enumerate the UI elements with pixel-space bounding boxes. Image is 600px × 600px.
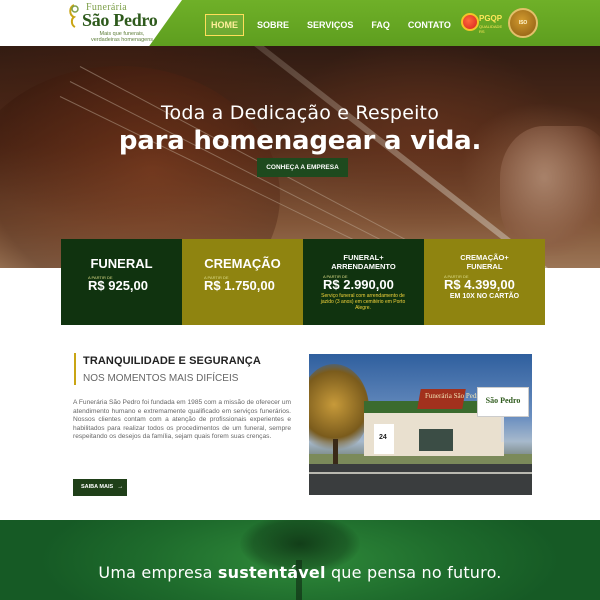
pgqp-badge: PGQP QUALIDADE RS [461,11,505,35]
price-title: FUNERAL [90,256,153,271]
price-installments: EM 10X NO CARTÃO [449,293,520,300]
hero-title-line2: para homenagear a vida. [118,126,482,156]
price-title: CREMAÇÃO+ FUNERAL [460,253,509,271]
price-value: R$ 1.750,00 [204,278,275,293]
price-value: R$ 2.990,00 [323,277,394,292]
quality-seal-icon: ISO [508,8,538,38]
building-photo: Funerária São Pedro 24 São Pedro [309,354,532,495]
main-nav: HOME SOBRE SERVIÇOS FAQ CONTATO [205,14,464,36]
nav-faq[interactable]: FAQ [366,15,395,35]
photo-tree [309,364,369,454]
price-value: R$ 4.399,00 [444,277,515,292]
about-heading: TRANQUILIDADE E SEGURANÇA [83,355,261,367]
hero-title-line1: Toda a Dedicação e Respeito [160,102,440,124]
price-card-funeral[interactable]: FUNERAL A PARTIR DE R$ 925,00 [61,239,182,325]
learn-more-label: SAIBA MAIS [81,484,114,490]
header: Funerária São Pedro Mais que funerais, v… [0,0,600,46]
seal-label: ISO [518,20,528,26]
logo-main-text: São Pedro [82,10,158,30]
about-paragraph: A Funerária São Pedro foi fundada em 198… [73,399,291,441]
sustainability-text: Uma empresa sustentável que pensa no fut… [0,563,600,582]
sustainability-banner: Uma empresa sustentável que pensa no fut… [0,520,600,600]
logo-tagline-2: verdadeiras homenagens [90,37,154,43]
photo-number: 24 [379,434,387,441]
nav-sobre[interactable]: SOBRE [252,15,294,35]
about-company-button[interactable]: CONHEÇA A EMPRESA [257,158,348,177]
sao-pedro-key-icon [69,4,79,28]
nav-contato[interactable]: CONTATO [403,15,456,35]
banner-text-after: que pensa no futuro. [325,563,502,582]
learn-more-button[interactable]: SAIBA MAIS → [73,479,127,496]
photo-road [309,464,532,495]
arrow-right-icon: → [117,484,124,490]
price-title: FUNERAL+ ARRENDAMENTO [331,253,396,271]
photo-window [419,429,453,451]
about-subheading: NOS MOMENTOS MAIS DIFÍCEIS [83,373,239,384]
photo-billboard-pole [501,417,504,442]
pgqp-logo-icon [461,13,479,31]
hero-banner: Toda a Dedicação e Respeito para homenag… [0,46,600,268]
photo-billboard: São Pedro [477,387,529,417]
photo-sign-text: Funerária São Pedro [425,392,483,400]
pgqp-label: PGQP [479,14,503,23]
pgqp-sublabel: QUALIDADE RS [479,24,503,34]
price-note: Serviço funeral com arrendamento de jazi… [320,293,406,311]
logo-tagline: Mais que funerais, verdadeiras homenagen… [90,31,154,43]
page: Funerária São Pedro Mais que funerais, v… [0,0,600,600]
price-card-cremacao[interactable]: CREMAÇÃO A PARTIR DE R$ 1.750,00 [182,239,303,325]
nav-servicos[interactable]: SERVIÇOS [302,15,358,35]
price-title: CREMAÇÃO [204,256,281,271]
heading-accent-bar [74,353,76,385]
banner-text-before: Uma empresa [98,563,218,582]
price-value: R$ 925,00 [88,278,148,293]
price-card-cremacao-funeral[interactable]: CREMAÇÃO+ FUNERAL A PARTIR DE R$ 4.399,0… [424,239,545,325]
hero-overlay [0,46,600,268]
logo[interactable]: Funerária São Pedro Mais que funerais, v… [0,0,182,46]
banner-text-bold: sustentável [217,563,326,582]
nav-home[interactable]: HOME [205,14,244,36]
billboard-text: São Pedro [485,396,521,405]
photo-road-line [309,472,532,474]
price-card-funeral-arrendamento[interactable]: FUNERAL+ ARRENDAMENTO A PARTIR DE R$ 2.9… [303,239,424,325]
price-boxes: FUNERAL A PARTIR DE R$ 925,00 CREMAÇÃO A… [61,239,545,325]
